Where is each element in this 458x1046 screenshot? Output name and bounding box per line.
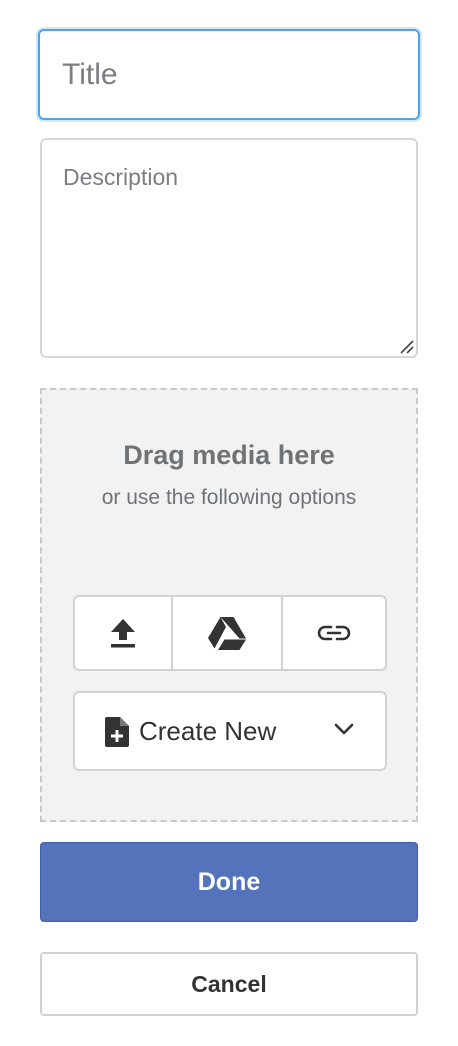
resize-handle-icon[interactable] bbox=[398, 338, 414, 354]
upload-icon bbox=[111, 619, 135, 648]
chevron-down-icon bbox=[334, 723, 354, 735]
dropzone-subheading: or use the following options bbox=[101, 486, 357, 509]
title-input[interactable] bbox=[38, 29, 420, 120]
dropzone-heading: Drag media here bbox=[123, 440, 335, 470]
description-textarea[interactable] bbox=[40, 138, 418, 358]
new-document-icon bbox=[105, 717, 129, 747]
upload-button[interactable] bbox=[75, 597, 171, 669]
create-new-dropdown[interactable]: Create New bbox=[73, 691, 387, 771]
google-drive-button[interactable] bbox=[171, 597, 281, 669]
media-form: Drag media here or use the following opt… bbox=[0, 0, 458, 1046]
create-new-label: Create New bbox=[139, 716, 277, 746]
add-link-button[interactable] bbox=[281, 597, 385, 669]
link-icon bbox=[317, 625, 351, 641]
cancel-button[interactable]: Cancel bbox=[40, 952, 418, 1016]
google-drive-icon bbox=[208, 616, 246, 650]
media-dropzone[interactable]: Drag media here or use the following opt… bbox=[40, 388, 418, 822]
media-source-toolbar bbox=[73, 595, 387, 671]
done-button[interactable]: Done bbox=[40, 842, 418, 922]
